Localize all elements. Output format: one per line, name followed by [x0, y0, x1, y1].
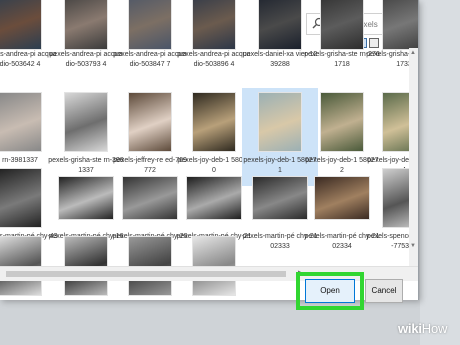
file-item[interactable]: pexels-joy-deb-1 580270: [177, 92, 251, 174]
file-thumbnail: [122, 176, 178, 220]
file-thumbnail: [0, 92, 42, 152]
background-window: [420, 0, 460, 345]
file-item[interactable]: pexels-joy-deb-1 580272: [305, 92, 379, 174]
file-thumbnail: [128, 0, 172, 50]
file-item[interactable]: rn-3981337: [0, 92, 54, 164]
wikihow-watermark: wikiHow: [398, 321, 448, 336]
file-item[interactable]: pexels-martin-pé chy-2102333: [242, 168, 318, 250]
file-item[interactable]: pexels-joy-deb-1 580271: [242, 88, 318, 186]
file-item[interactable]: pexels-grisha-ste rn-3981337: [48, 92, 124, 174]
vertical-scrollbar[interactable]: [409, 48, 418, 266]
file-thumbnail: [258, 92, 302, 152]
file-item[interactable]: pexels-martin-pé chy-430627: [0, 168, 58, 250]
file-thumbnail: [64, 0, 108, 50]
file-thumbnail: [64, 92, 108, 152]
file-item[interactable]: pexels-martin-pé chy-2102332: [176, 168, 252, 250]
scrollbar-thumb[interactable]: [6, 271, 286, 277]
file-thumbnail: [0, 168, 42, 228]
file-thumbnail: [320, 92, 364, 152]
scroll-up-icon[interactable]: ▲: [410, 50, 416, 56]
scroll-down-icon[interactable]: ▼: [410, 243, 416, 249]
file-item[interactable]: pexels-martin-pé chy-1644795: [48, 168, 124, 250]
file-thumbnail: [382, 0, 418, 50]
file-grid: pexels-andrea-pi acquadio-503642 4pexels…: [0, 0, 418, 296]
file-item[interactable]: pexels-martin-pé chy-2078265: [112, 168, 188, 250]
file-item[interactable]: pexels-martin-pé chy-2102334: [304, 168, 380, 250]
cancel-button[interactable]: Cancel: [365, 279, 403, 303]
open-button[interactable]: Open: [305, 279, 355, 303]
file-thumbnail: [192, 92, 236, 152]
file-name: pexels-andrea-pi acquadio-503896 4: [177, 51, 251, 68]
file-thumbnail: [0, 0, 42, 50]
preview-pane-icon[interactable]: [369, 38, 379, 48]
file-thumbnail: [314, 176, 370, 220]
file-thumbnail: [128, 92, 172, 152]
file-thumbnail: [186, 176, 242, 220]
file-thumbnail: [58, 176, 114, 220]
file-thumbnail: [252, 176, 308, 220]
file-thumbnail: [192, 0, 236, 50]
file-thumbnail: [258, 0, 302, 50]
file-item[interactable]: pexels-jeffrey-re ed-769772: [113, 92, 187, 174]
open-file-dialog: ⌄ ↻ ? pexels-andrea-pi acquadio-503642 4…: [0, 0, 419, 300]
file-thumbnail: [320, 0, 364, 50]
